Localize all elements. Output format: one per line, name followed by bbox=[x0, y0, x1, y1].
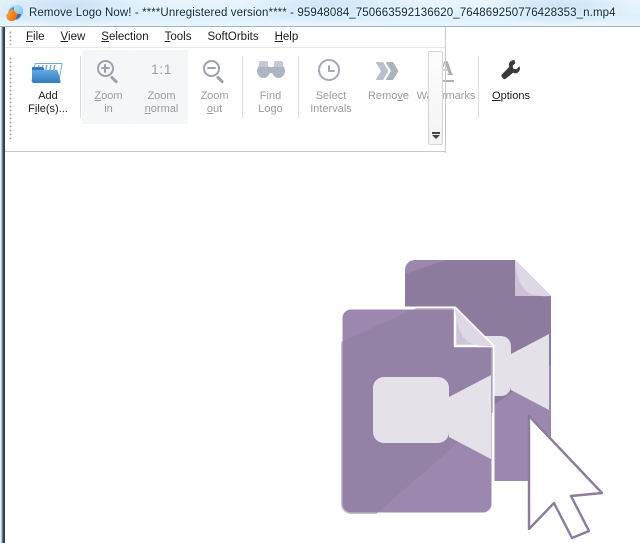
magnifier-minus-icon bbox=[198, 57, 232, 87]
toolbar-separator bbox=[242, 56, 243, 118]
toolbar-label-select-intervals: Select Intervals bbox=[310, 90, 352, 115]
toolbar-button-zoom-out[interactable]: Zoom out bbox=[188, 50, 241, 124]
magnifier-plus-icon bbox=[92, 57, 126, 87]
menu-item-view[interactable]: View bbox=[53, 29, 94, 45]
toolbar-label-watermarks: Watermarks bbox=[416, 90, 476, 102]
toolbar-button-watermarks[interactable]: A Watermarks bbox=[415, 50, 477, 124]
toolbar-label-options: Options bbox=[492, 90, 530, 102]
toolbar-button-add-files[interactable]: Add File(s)... bbox=[17, 50, 79, 124]
one-to-one-icon: 1:1 bbox=[151, 61, 172, 77]
softorbits-globe-icon bbox=[7, 5, 23, 21]
menu-item-softorbits[interactable]: SoftOrbits bbox=[199, 29, 266, 45]
toolbar-grip[interactable] bbox=[8, 56, 15, 142]
binoculars-icon bbox=[254, 57, 288, 87]
toolbar-button-zoom-in[interactable]: Zoom in bbox=[82, 50, 135, 124]
toolbar-button-find-logo[interactable]: Find Logo bbox=[244, 50, 297, 124]
wrench-icon bbox=[494, 57, 528, 87]
clock-icon bbox=[314, 57, 348, 87]
toolbar-label-zoom-out: Zoom out bbox=[200, 90, 229, 115]
menu-bar: File View Selection Tools SoftOrbits Hel… bbox=[5, 27, 445, 48]
video-files-drop-illustration bbox=[341, 250, 603, 540]
toolbar-separator bbox=[478, 56, 479, 118]
application-window: Remove Logo Now! - ****Unregistered vers… bbox=[0, 0, 640, 543]
toolbar-label-find-logo: Find Logo bbox=[258, 90, 283, 115]
cursor-arrow-icon bbox=[527, 414, 603, 540]
toolbar-separator bbox=[80, 56, 81, 118]
toolbar-separator bbox=[298, 56, 299, 118]
toolbar-button-select-intervals[interactable]: Select Intervals bbox=[300, 50, 362, 124]
title-bar[interactable]: Remove Logo Now! - ****Unregistered vers… bbox=[0, 0, 640, 27]
double-arrow-icon bbox=[372, 57, 406, 87]
folder-open-icon bbox=[31, 57, 65, 87]
menu-item-file[interactable]: File bbox=[18, 29, 53, 45]
toolbar-label-zoom-normal: Zoom normal bbox=[144, 90, 179, 115]
toolbar-right-edge bbox=[445, 27, 446, 153]
video-canvas-area[interactable] bbox=[5, 153, 640, 543]
menu-item-help[interactable]: Help bbox=[267, 29, 307, 45]
menu-item-tools[interactable]: Tools bbox=[157, 29, 200, 45]
toolbar-label-zoom-in: Zoom in bbox=[94, 90, 123, 115]
menu-item-selection[interactable]: Selection bbox=[93, 29, 156, 45]
toolbar-button-options[interactable]: Options bbox=[480, 50, 542, 124]
window-title: Remove Logo Now! - ****Unregistered vers… bbox=[29, 7, 616, 19]
menu-bar-grip[interactable] bbox=[8, 29, 15, 45]
toolbar-overflow-chevron-icon[interactable] bbox=[428, 51, 443, 145]
toolbar-button-zoom-normal[interactable]: 1:1 Zoom normal bbox=[135, 50, 188, 124]
toolbar-label-remove: Remove bbox=[368, 90, 409, 102]
toolbar-label-add-files: Add File(s)... bbox=[28, 90, 68, 115]
main-toolbar: Add File(s)... Zoom in 1:1 Zoom normal Z… bbox=[5, 48, 530, 152]
toolbar-button-remove[interactable]: Remove bbox=[362, 50, 415, 124]
window-body: File View Selection Tools SoftOrbits Hel… bbox=[0, 27, 640, 543]
